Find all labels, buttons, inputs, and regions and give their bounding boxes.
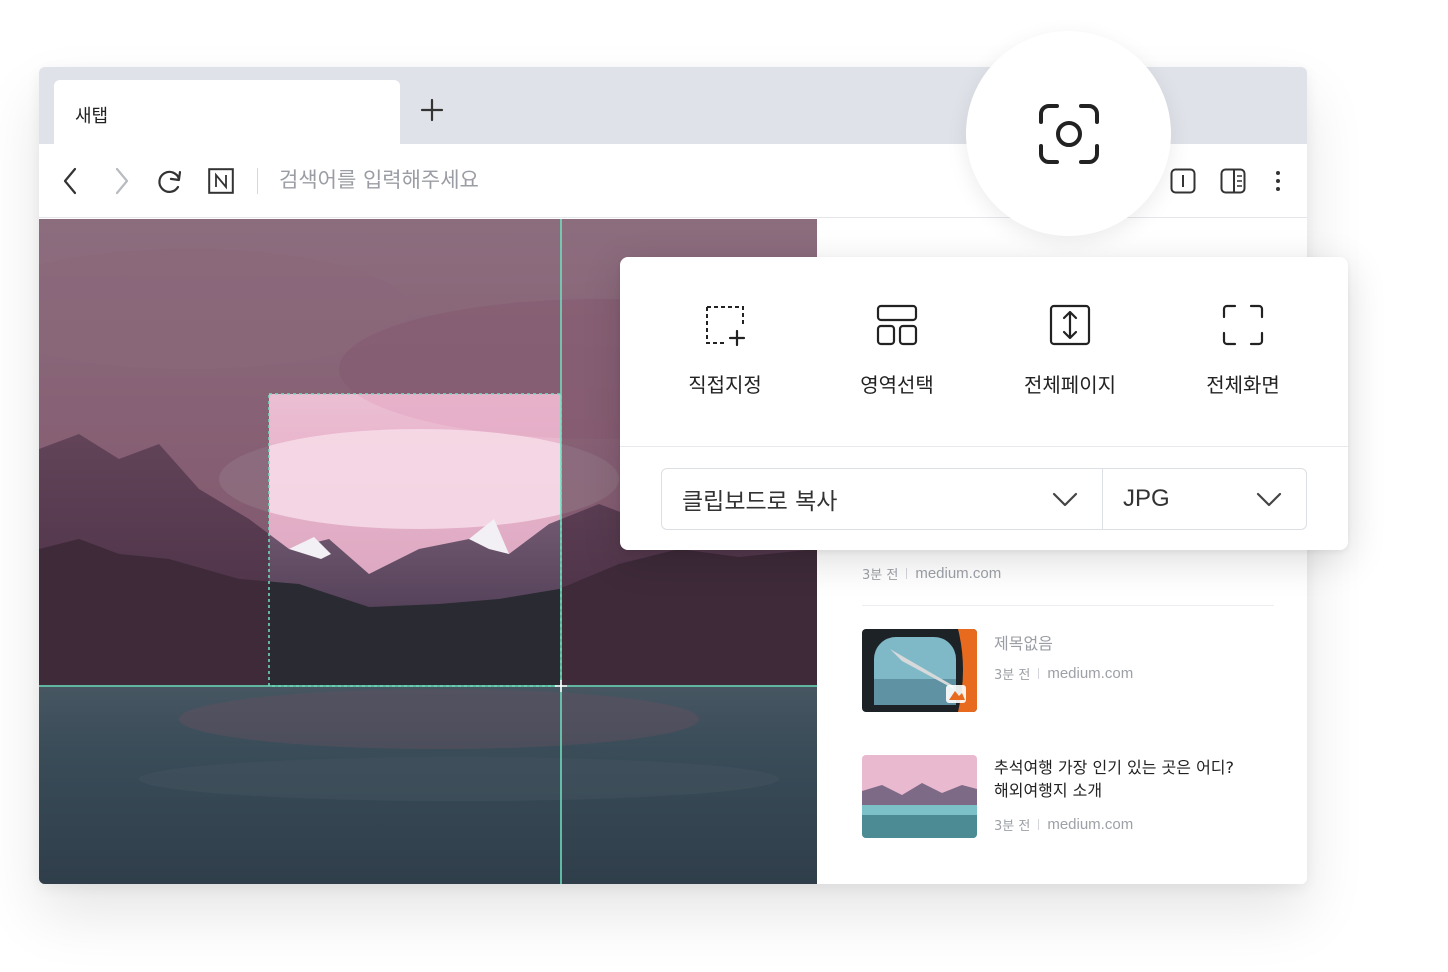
news-meta: 3분 전 medium.com — [994, 816, 1134, 834]
tab-title: 새탭 — [75, 106, 109, 127]
search-input[interactable] — [279, 160, 799, 200]
capture-button[interactable] — [966, 31, 1171, 236]
news-thumbnail — [862, 629, 977, 712]
full-page-icon — [1049, 304, 1091, 346]
capture-panel: 직접지정 영역선택 전체페이지 전체화면 클립보드로 복사 JPG — [620, 257, 1348, 550]
camera-capture-icon — [1038, 103, 1099, 164]
panel-divider — [620, 446, 1348, 447]
news-thumbnail — [862, 755, 977, 838]
news-title: 추석여행 가장 인기 있는 곳은 어디? 해외여행지 소개 — [994, 758, 1235, 800]
naver-home-icon[interactable] — [207, 167, 235, 195]
more-vertical-icon[interactable] — [1267, 167, 1289, 195]
plus-icon[interactable] — [419, 97, 445, 123]
reload-icon[interactable] — [155, 166, 185, 196]
news-meta: 3분 전 medium.com — [862, 565, 1002, 583]
side-panel-icon[interactable] — [1219, 167, 1247, 195]
mode-custom-area[interactable]: 직접지정 — [640, 257, 810, 447]
news-meta: 3분 전 medium.com — [994, 665, 1134, 683]
area-select-icon — [876, 304, 918, 346]
url-separator — [257, 168, 258, 194]
full-screen-icon — [1222, 304, 1264, 346]
chevron-down-icon — [1052, 492, 1078, 507]
chevron-down-icon — [1256, 492, 1282, 507]
format-select[interactable]: JPG — [1102, 468, 1307, 530]
news-title: 제목없음 — [994, 634, 1053, 653]
news-divider — [862, 605, 1274, 606]
custom-area-icon — [706, 306, 746, 347]
mode-full-page[interactable]: 전체페이지 — [985, 257, 1155, 447]
chevron-right-icon[interactable] — [109, 166, 135, 196]
reader-mode-icon[interactable] — [1169, 167, 1197, 195]
mode-area-select[interactable]: 영역선택 — [812, 257, 982, 447]
tab-new[interactable]: 새탭 — [54, 80, 400, 144]
chevron-left-icon[interactable] — [57, 166, 83, 196]
output-select[interactable]: 클립보드로 복사 — [661, 468, 1103, 530]
mode-full-screen[interactable]: 전체화면 — [1158, 257, 1328, 447]
